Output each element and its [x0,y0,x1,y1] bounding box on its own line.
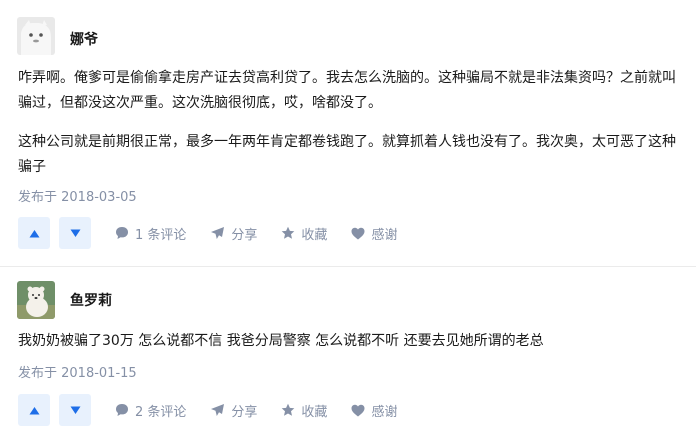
triangle-down-icon [70,229,80,237]
share-label: 分享 [231,404,258,420]
paper-plane-icon [211,404,225,416]
share-button[interactable]: 分享 [210,401,257,420]
answer-actions: 1 条评论 分享 收藏 感谢 [115,223,421,243]
collect-label: 收藏 [301,227,328,243]
upvote-button[interactable] [18,394,50,426]
speech-bubble-icon [116,404,128,416]
star-icon [282,226,295,239]
answer-card: 娜爷 咋弄啊。俺爹可是偷偷拿走房产证去贷高利贷了。我去怎么洗脑的。这种骗局不就是… [0,0,696,266]
collect-button[interactable]: 收藏 [281,401,327,420]
answer-divider [0,266,696,267]
avatar[interactable] [17,281,55,319]
star-icon [282,403,295,416]
share-button[interactable]: 分享 [210,224,257,243]
author-name[interactable]: 娜爷 [70,29,98,49]
comment-button[interactable]: 2 条评论 [115,401,186,420]
collect-label: 收藏 [301,404,328,420]
triangle-down-icon [70,406,80,414]
downvote-button[interactable] [59,394,91,426]
triangle-up-icon [29,229,39,237]
speech-bubble-icon [116,227,128,239]
share-label: 分享 [231,227,258,243]
comment-count: 1 条评论 [135,227,187,243]
answer-paragraph: 这种公司就是前期很正常，最多一年两年肯定都卷钱跑了。就算抓着人钱也没有了。我次奥… [18,134,676,175]
answer-paragraph: 我奶奶被骗了30万 怎么说都不信 我爸分局警察 怎么说都不听 还要去见她所谓的老… [18,333,544,349]
thanks-label: 感谢 [371,227,398,243]
comment-button[interactable]: 1 条评论 [115,224,186,243]
comment-count: 2 条评论 [135,404,187,420]
heart-icon [351,227,365,239]
paper-plane-icon [211,227,225,239]
upvote-button[interactable] [18,217,50,249]
answer-actions: 2 条评论 分享 收藏 感谢 [115,400,421,420]
avatar-image [17,17,55,55]
answer-card: 鱼罗莉 我奶奶被骗了30万 怎么说都不信 我爸分局警察 怎么说都不听 还要去见她… [0,268,696,446]
downvote-button[interactable] [59,217,91,249]
avatar[interactable] [17,17,55,55]
thanks-label: 感谢 [371,404,398,420]
answer-paragraph: 咋弄啊。俺爹可是偷偷拿走房产证去贷高利贷了。我去怎么洗脑的。这种骗局不就是非法集… [18,70,676,111]
heart-icon [351,404,365,416]
publish-date: 发布于 2018-01-15 [18,366,137,381]
thanks-button[interactable]: 感谢 [351,224,397,243]
avatar-image [17,281,55,319]
triangle-up-icon [29,406,39,414]
thanks-button[interactable]: 感谢 [351,401,397,420]
publish-date: 发布于 2018-03-05 [18,190,137,205]
collect-button[interactable]: 收藏 [281,224,327,243]
author-name[interactable]: 鱼罗莉 [70,290,112,310]
